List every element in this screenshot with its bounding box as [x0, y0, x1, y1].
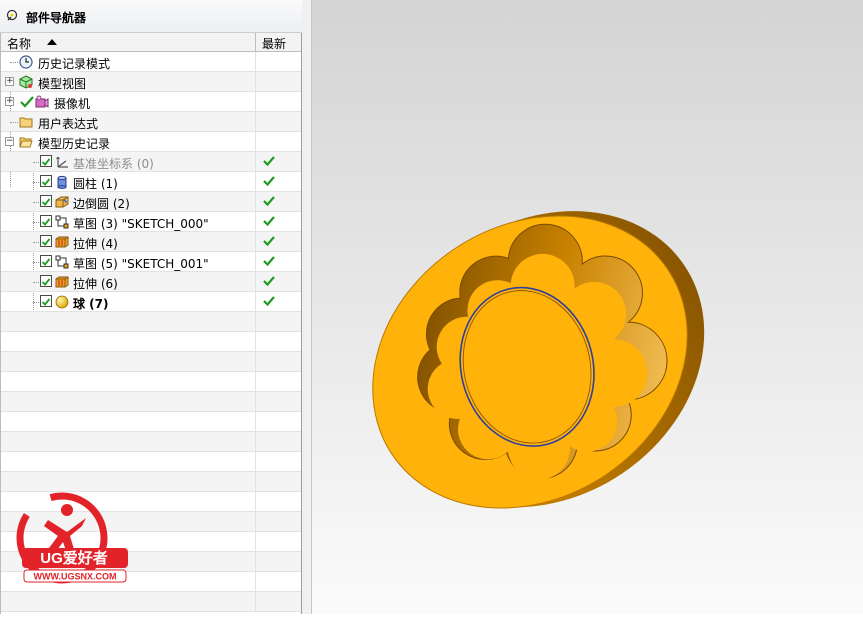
- empty-row: [1, 592, 301, 612]
- latest-check-icon: [263, 196, 275, 207]
- empty-row: [1, 312, 301, 332]
- checkbox-check-icon: [41, 278, 51, 286]
- empty-row: [1, 372, 301, 392]
- latest-check-icon: [263, 156, 275, 167]
- tree-row-label: 模型视图: [38, 77, 87, 91]
- tree-row-label: 草图 (3) "SKETCH_000": [73, 217, 209, 231]
- tree-row-label: 拉伸 (4): [73, 237, 118, 251]
- sort-ascending-icon: [47, 39, 57, 45]
- empty-row: [1, 392, 301, 412]
- tree-row-extrude-4[interactable]: 拉伸 (4): [1, 232, 301, 252]
- column-separator[interactable]: [255, 33, 256, 52]
- checkbox-check-icon: [41, 198, 51, 206]
- model-views-icon: [19, 75, 33, 89]
- empty-row: [1, 352, 301, 372]
- empty-row: [1, 432, 301, 452]
- feature-visibility-checkbox[interactable]: [40, 255, 52, 267]
- column-header-latest[interactable]: 最新: [262, 35, 286, 52]
- tree-row-label: 用户表达式: [38, 117, 99, 131]
- expand-plus-icon[interactable]: +: [5, 97, 14, 106]
- ugsnx-watermark-logo: UG爱好者 WWW.UGSNX.COM: [16, 492, 128, 584]
- tree-row-sketch-000[interactable]: 草图 (3) "SKETCH_000": [1, 212, 301, 232]
- checkbox-check-icon: [41, 178, 51, 186]
- empty-row: [1, 452, 301, 472]
- tree-row-label: 模型历史记录: [38, 137, 111, 151]
- cylinder-icon: [57, 175, 67, 189]
- graphics-viewport[interactable]: [312, 0, 863, 614]
- tree-row-extrude-6[interactable]: 拉伸 (6): [1, 272, 301, 292]
- tree-header: 名称 最新: [1, 33, 301, 52]
- checkbox-check-icon: [41, 258, 51, 266]
- checkbox-check-icon: [41, 238, 51, 246]
- checkbox-check-icon: [41, 158, 51, 166]
- datum-csys-icon: [56, 156, 68, 168]
- tree-row-edge-blend[interactable]: 边倒圆 (2): [1, 192, 301, 212]
- empty-row: [1, 472, 301, 492]
- navigator-titlebar: 部件导航器: [0, 0, 312, 33]
- camera-icon: [35, 95, 49, 108]
- expand-plus-icon[interactable]: +: [5, 77, 14, 86]
- tree-row-cylinder[interactable]: 圆柱 (1): [1, 172, 301, 192]
- tree-row-label: 边倒圆 (2): [73, 197, 130, 211]
- panel-splitter[interactable]: [302, 0, 312, 614]
- latest-check-icon: [263, 296, 275, 307]
- feature-visibility-checkbox[interactable]: [40, 235, 52, 247]
- folder-open-icon: [19, 137, 33, 148]
- feature-visibility-checkbox[interactable]: [40, 295, 52, 307]
- sketch-icon: [55, 255, 69, 269]
- tree-row-cameras[interactable]: + 摄像机: [1, 92, 301, 112]
- extrude-icon: [55, 276, 69, 288]
- empty-row: [1, 412, 301, 432]
- tree-row-label: 历史记录模式: [38, 57, 111, 71]
- watermark-brand-text: UG爱好者: [40, 549, 108, 567]
- latest-check-icon: [263, 236, 275, 247]
- latest-check-icon: [263, 256, 275, 267]
- tree-row-datum-csys[interactable]: 基准坐标系 (0): [1, 152, 301, 172]
- tree-row-user-expressions[interactable]: 用户表达式: [1, 112, 301, 132]
- part-navigator-panel: 部件导航器 名称 最新 历史记录模式 + 模型视图 + 摄像机 用户表达式 − …: [0, 0, 312, 614]
- empty-row: [1, 332, 301, 352]
- sketch-icon: [55, 215, 69, 229]
- latest-check-icon: [263, 176, 275, 187]
- part-model[interactable]: [312, 0, 863, 614]
- latest-check-icon: [263, 276, 275, 287]
- feature-visibility-checkbox[interactable]: [40, 155, 52, 167]
- collapse-minus-icon[interactable]: −: [5, 137, 14, 146]
- sphere-icon: [55, 295, 69, 309]
- tree-row-sphere[interactable]: 球 (7): [1, 292, 301, 312]
- latest-check-icon: [263, 216, 275, 227]
- tree-row-label: 基准坐标系 (0): [73, 157, 154, 171]
- feature-visibility-checkbox[interactable]: [40, 195, 52, 207]
- feature-visibility-checkbox[interactable]: [40, 175, 52, 187]
- check-mark-icon: [20, 96, 34, 108]
- feature-visibility-checkbox[interactable]: [40, 275, 52, 287]
- checkbox-check-icon: [41, 218, 51, 226]
- tree-row-label: 摄像机: [54, 97, 91, 111]
- tree-row-label: 草图 (5) "SKETCH_001": [73, 257, 209, 271]
- tree-row-model-history[interactable]: − 模型历史记录: [1, 132, 301, 152]
- checkbox-check-icon: [41, 298, 51, 306]
- tree-row-history-mode[interactable]: 历史记录模式: [1, 52, 301, 72]
- tree-row-label: 圆柱 (1): [73, 177, 118, 191]
- edge-blend-icon: [55, 196, 69, 208]
- watermark-url-text: WWW.UGSNX.COM: [34, 572, 117, 582]
- navigator-title: 部件导航器: [26, 11, 87, 25]
- column-header-name[interactable]: 名称: [7, 35, 31, 52]
- extrude-icon: [55, 236, 69, 248]
- tree-row-label: 拉伸 (6): [73, 277, 118, 291]
- tree-row-label: 球 (7): [73, 297, 109, 311]
- tree-row-sketch-001[interactable]: 草图 (5) "SKETCH_001": [1, 252, 301, 272]
- tree-row-model-views[interactable]: + 模型视图: [1, 72, 301, 92]
- clock-icon: [19, 55, 33, 69]
- feature-visibility-checkbox[interactable]: [40, 215, 52, 227]
- folder-icon: [19, 117, 33, 128]
- navigator-pin-icon[interactable]: [6, 9, 18, 21]
